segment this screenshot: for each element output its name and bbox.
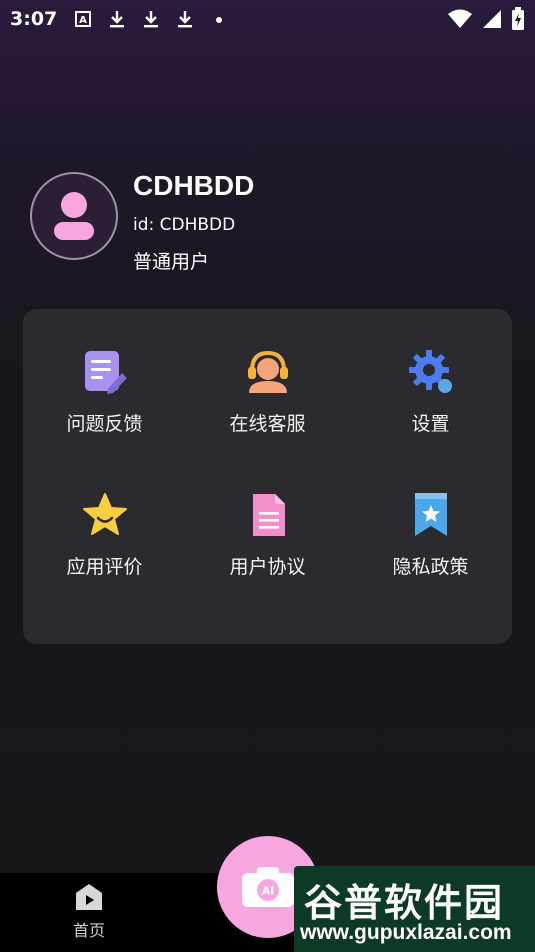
download-icon xyxy=(144,11,159,28)
battery-icon xyxy=(512,7,524,30)
menu-item-user-agreement[interactable]: 用户协议 xyxy=(186,452,349,582)
status-time: 3:07 xyxy=(10,8,58,30)
notification-icons: A xyxy=(73,8,229,30)
menu-label: 设置 xyxy=(411,413,450,435)
watermark: 谷普软件园 www.gupuxlazai.com xyxy=(294,866,535,952)
menu-item-customer-service[interactable]: 在线客服 xyxy=(186,309,349,439)
watermark-url: www.gupuxlazai.com xyxy=(300,921,512,944)
ai-label: AI xyxy=(262,885,275,898)
download-icon xyxy=(110,11,125,28)
user-profile: CDHBDD id: CDHBDD 普通用户 xyxy=(30,170,510,273)
dot-icon xyxy=(216,17,223,23)
nav-home-label: 首页 xyxy=(72,921,105,940)
home-icon xyxy=(76,884,102,910)
menu-label: 问题反馈 xyxy=(66,413,143,435)
menu-item-settings[interactable]: 设置 xyxy=(349,309,512,439)
feedback-icon xyxy=(84,351,127,394)
document-icon xyxy=(252,494,285,536)
download-icon xyxy=(178,11,193,28)
status-bar: 3:07 A xyxy=(0,0,535,38)
bookmark-icon xyxy=(414,493,447,536)
gear-icon xyxy=(408,350,452,393)
camera-icon: AI xyxy=(242,867,294,907)
user-icon xyxy=(54,192,94,240)
watermark-name: 谷普软件园 xyxy=(304,881,505,925)
menu-item-privacy-policy[interactable]: 隐私政策 xyxy=(349,452,512,582)
menu-label: 应用评价 xyxy=(66,556,143,578)
system-icons xyxy=(447,7,525,31)
wifi-icon xyxy=(448,9,472,28)
svg-text:A: A xyxy=(79,15,87,26)
menu-card: 问题反馈 在线客服 设置 应用评价 用户协议 隐私政策 xyxy=(23,309,512,644)
username: CDHBDD xyxy=(133,170,255,201)
menu-item-feedback[interactable]: 问题反馈 xyxy=(23,309,186,439)
signal-icon xyxy=(483,10,501,28)
avatar[interactable] xyxy=(30,172,118,260)
menu-label: 隐私政策 xyxy=(392,556,469,578)
customer-service-icon xyxy=(247,350,288,393)
menu-label: 用户协议 xyxy=(229,556,306,578)
star-icon xyxy=(82,493,127,535)
user-type: 普通用户 xyxy=(133,251,210,273)
nav-home[interactable]: 首页 xyxy=(56,883,122,947)
user-id: id: CDHBDD xyxy=(133,215,236,235)
text-a-icon: A xyxy=(75,11,92,27)
menu-item-rate-app[interactable]: 应用评价 xyxy=(23,452,186,582)
menu-label: 在线客服 xyxy=(229,413,306,435)
